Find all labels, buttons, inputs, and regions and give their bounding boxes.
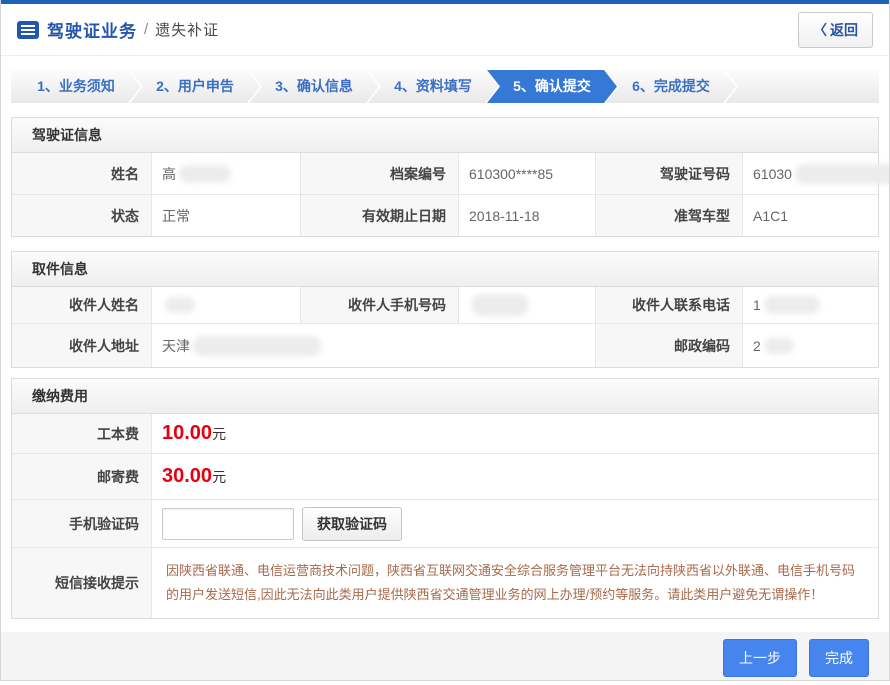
sms-notice-cell: 因陕西省联通、电信运营商技术问题，陕西省互联网交通安全综合服务管理平台无法向持陕… xyxy=(152,548,878,618)
table-row: 收件人姓名 收件人手机号码 收件人联系电话 1 xyxy=(12,287,878,324)
license-no-value-text: 61030 xyxy=(753,166,792,182)
status-label: 状态 xyxy=(12,195,152,236)
recipient-address-value-text: 天津 xyxy=(162,336,190,356)
recipient-phone-label: 收件人联系电话 xyxy=(596,287,743,323)
recipient-mobile-label: 收件人手机号码 xyxy=(301,287,459,323)
wizard-step-6-label: 6、完成提交 xyxy=(632,78,710,94)
table-row: 姓名 高 档案编号 610300****85 驾驶证号码 61030 xyxy=(12,153,878,195)
postal-code-value: 2 xyxy=(743,324,878,367)
mailing-fee-value: 30.00元 xyxy=(152,454,878,499)
postal-code-label: 邮政编码 xyxy=(596,324,743,367)
mailing-fee-label: 邮寄费 xyxy=(12,454,152,499)
chevron-left-icon: 〈 xyxy=(813,20,827,40)
table-row: 状态 正常 有效期止日期 2018-11-18 准驾车型 A1C1 xyxy=(12,195,878,236)
table-row: 邮寄费 30.00元 xyxy=(12,454,878,500)
list-form-icon xyxy=(17,21,39,39)
sms-notice-text: 因陕西省联通、电信运营商技术问题，陕西省互联网交通安全综合服务管理平台无法向持陕… xyxy=(152,548,878,618)
recipient-address-value: 天津 xyxy=(152,324,596,367)
recipient-name-value xyxy=(152,287,301,323)
mailing-fee-amount: 30.00 xyxy=(162,465,212,488)
production-fee-value: 10.00元 xyxy=(152,414,878,453)
table-row: 手机验证码 获取验证码 xyxy=(12,500,878,548)
wizard-step-1-label: 1、业务须知 xyxy=(37,78,115,94)
section-pickup-title: 取件信息 xyxy=(12,252,878,287)
redaction-blur xyxy=(764,338,794,354)
wizard-step-3-label: 3、确认信息 xyxy=(275,78,353,94)
status-value: 正常 xyxy=(152,195,301,236)
page-title: 驾驶证业务 xyxy=(47,17,137,42)
recipient-phone-value-text: 1 xyxy=(753,297,761,313)
table-row: 工本费 10.00元 xyxy=(12,414,878,454)
page-header: 驾驶证业务 / 遗失补证 〈 返回 xyxy=(1,4,889,56)
name-value-text: 高 xyxy=(162,164,176,184)
finish-button[interactable]: 完成 xyxy=(809,639,869,677)
redaction-blur xyxy=(764,296,820,314)
sms-notice-label: 短信接收提示 xyxy=(12,548,152,618)
sms-code-field-cell: 获取验证码 xyxy=(152,500,878,547)
step-wizard: 1、业务须知 2、用户申告 3、确认信息 4、资料填写 5、确认提交 6、完成提… xyxy=(11,70,879,103)
valid-until-value: 2018-11-18 xyxy=(459,195,596,236)
wizard-step-4-label: 4、资料填写 xyxy=(394,78,472,94)
wizard-filler xyxy=(725,70,879,103)
sms-code-input[interactable] xyxy=(162,508,294,540)
wizard-step-3[interactable]: 3、确认信息 xyxy=(249,70,379,103)
valid-until-label: 有效期止日期 xyxy=(301,195,459,236)
previous-step-button[interactable]: 上一步 xyxy=(723,639,797,677)
postal-code-value-text: 2 xyxy=(753,338,761,354)
section-license-title: 驾驶证信息 xyxy=(12,118,878,153)
wizard-step-5-active[interactable]: 5、确认提交 xyxy=(487,70,617,103)
wizard-step-5-label: 5、确认提交 xyxy=(513,78,591,94)
mailing-fee-unit: 元 xyxy=(212,467,226,487)
license-no-label: 驾驶证号码 xyxy=(596,153,743,194)
get-sms-code-button[interactable]: 获取验证码 xyxy=(302,507,402,541)
section-license-info: 驾驶证信息 姓名 高 档案编号 610300****85 驾驶证号码 61030… xyxy=(11,117,879,237)
vehicle-type-value: A1C1 xyxy=(743,195,878,236)
wizard-step-2[interactable]: 2、用户申告 xyxy=(130,70,260,103)
back-button[interactable]: 〈 返回 xyxy=(798,12,873,48)
sms-code-label: 手机验证码 xyxy=(12,500,152,547)
recipient-phone-value: 1 xyxy=(743,287,878,323)
file-no-value: 610300****85 xyxy=(459,153,596,194)
section-payment: 缴纳费用 工本费 10.00元 邮寄费 30.00元 手机验证码 获取验证码 短… xyxy=(11,378,879,619)
table-row: 收件人地址 天津 邮政编码 2 xyxy=(12,324,878,367)
redaction-blur xyxy=(795,164,890,184)
vehicle-type-label: 准驾车型 xyxy=(596,195,743,236)
section-payment-title: 缴纳费用 xyxy=(12,379,878,414)
production-fee-label: 工本费 xyxy=(12,414,152,453)
breadcrumb-separator: / xyxy=(144,21,148,38)
redaction-blur xyxy=(179,165,231,183)
footer-action-bar: 上一步 完成 xyxy=(1,632,889,681)
production-fee-amount: 10.00 xyxy=(162,422,212,445)
page: 驾驶证业务 / 遗失补证 〈 返回 1、业务须知 2、用户申告 3、确认信息 4… xyxy=(0,0,890,681)
back-button-label: 返回 xyxy=(830,20,858,40)
name-value: 高 xyxy=(152,153,301,194)
wizard-step-4[interactable]: 4、资料填写 xyxy=(368,70,498,103)
wizard-step-2-label: 2、用户申告 xyxy=(156,78,234,94)
breadcrumb-current: 遗失补证 xyxy=(155,19,219,40)
license-no-value: 61030 xyxy=(743,153,890,194)
wizard-step-6[interactable]: 6、完成提交 xyxy=(606,70,736,103)
recipient-name-label: 收件人姓名 xyxy=(12,287,152,323)
redaction-blur xyxy=(193,336,321,356)
table-row: 短信接收提示 因陕西省联通、电信运营商技术问题，陕西省互联网交通安全综合服务管理… xyxy=(12,548,878,618)
name-label: 姓名 xyxy=(12,153,152,194)
section-pickup-info: 取件信息 收件人姓名 收件人手机号码 收件人联系电话 1 收件人地址 天津 邮政… xyxy=(11,251,879,368)
redaction-blur xyxy=(472,294,528,316)
redaction-blur xyxy=(165,297,195,313)
production-fee-unit: 元 xyxy=(212,424,226,444)
recipient-address-label: 收件人地址 xyxy=(12,324,152,367)
file-no-label: 档案编号 xyxy=(301,153,459,194)
recipient-mobile-value xyxy=(459,287,596,323)
wizard-step-1[interactable]: 1、业务须知 xyxy=(11,70,141,103)
